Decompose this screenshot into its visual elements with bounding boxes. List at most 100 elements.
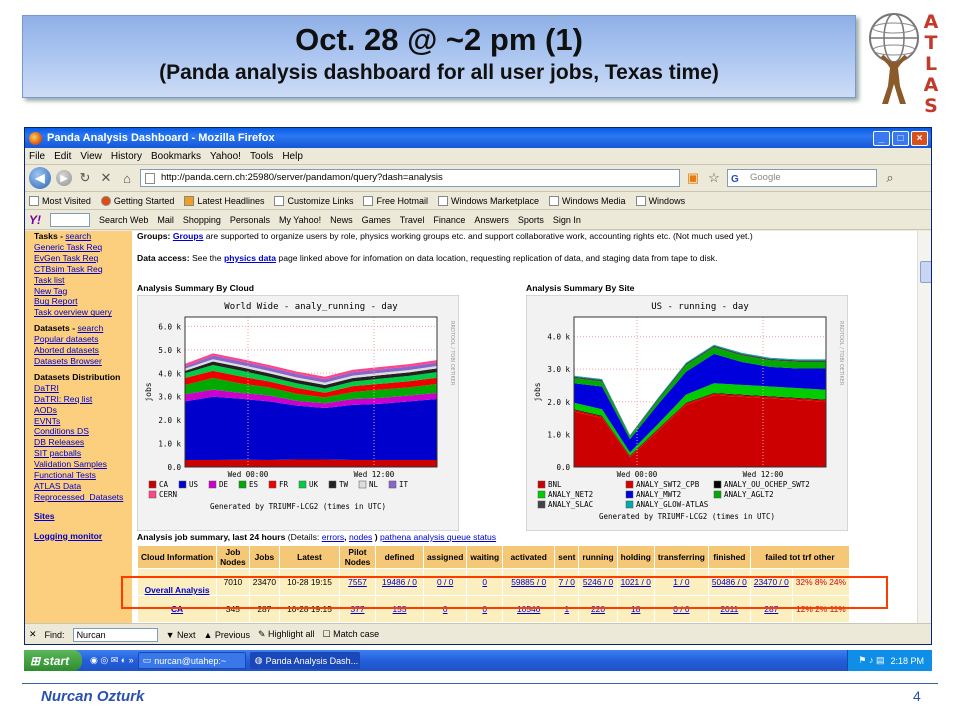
bookmark-item[interactable]: Windows Marketplace	[438, 195, 539, 206]
nav-link[interactable]: Validation Samples	[34, 459, 132, 470]
nav-link[interactable]: Task list	[34, 275, 132, 286]
menu-bookmarks[interactable]: Bookmarks	[151, 151, 201, 162]
highlight-all-button[interactable]: ✎ Highlight all	[258, 629, 315, 640]
find-next-button[interactable]: ▼ Next	[166, 630, 196, 640]
physics-data-link[interactable]: physics data	[224, 253, 276, 263]
nav-link[interactable]: EvGen Task Req	[34, 253, 132, 264]
find-input[interactable]: Nurcan	[72, 627, 158, 642]
nav-link[interactable]: Task overview query	[34, 307, 132, 318]
yahoo-item[interactable]: Mail	[157, 215, 174, 225]
tray-icons[interactable]: ⚑ ♪ ▤	[858, 655, 884, 666]
yahoo-item[interactable]: Travel	[400, 215, 425, 225]
menu-file[interactable]: File	[29, 151, 45, 162]
bookmark-icon	[549, 195, 560, 206]
cloud-chart-panel: Analysis Summary By Cloud World Wide - a…	[137, 283, 459, 531]
nav-link[interactable]: ATLAS Data	[34, 481, 132, 492]
queue-status-link[interactable]: pathena analysis queue status	[380, 532, 496, 542]
nav-link[interactable]: DB Releases	[34, 437, 132, 448]
yahoo-item[interactable]: News	[330, 215, 353, 225]
bookmark-label: Free Hotmail	[376, 195, 428, 206]
search-input[interactable]: G Google	[727, 169, 877, 187]
yahoo-item[interactable]: Sports	[518, 215, 544, 225]
legend-label: CERN	[159, 490, 177, 499]
bookmark-item[interactable]: Getting Started	[100, 195, 174, 206]
nav-link[interactable]: Conditions DS	[34, 426, 132, 437]
menu-edit[interactable]: Edit	[54, 151, 71, 162]
forward-button[interactable]: ▶	[56, 170, 72, 186]
legend-swatch	[537, 480, 546, 489]
window-titlebar[interactable]: Panda Analysis Dashboard - Mozilla Firef…	[25, 128, 931, 148]
datasets-search-link[interactable]: search	[77, 323, 103, 333]
nav-link[interactable]: DaTRI: Req list	[34, 394, 132, 405]
google-icon: G	[731, 174, 739, 185]
yahoo-search-input[interactable]	[50, 212, 90, 227]
bookmark-item[interactable]: Windows	[635, 195, 685, 206]
vertical-scrollbar[interactable]	[917, 231, 931, 623]
start-button[interactable]: ⊞ start	[24, 650, 82, 671]
sites-link[interactable]: Sites	[34, 511, 132, 522]
reload-icon[interactable]: ↻	[77, 170, 93, 186]
nav-link[interactable]: New Tag	[34, 286, 132, 297]
yahoo-item[interactable]: Search Web	[99, 215, 148, 225]
nav-link[interactable]: Bug Report	[34, 296, 132, 307]
yahoo-item[interactable]: Shopping	[183, 215, 221, 225]
maximize-button[interactable]: □	[892, 130, 909, 146]
x-tick-label: Wed 12:00	[354, 470, 395, 479]
nav-link[interactable]: EVNTs	[34, 416, 132, 427]
bookmark-item[interactable]: Latest Headlines	[184, 195, 264, 206]
bookmark-item[interactable]: Windows Media	[549, 195, 626, 206]
nav-link[interactable]: SIT pacballs	[34, 448, 132, 459]
menu-tools[interactable]: Tools	[250, 151, 273, 162]
windows-logo-icon: ⊞	[30, 653, 41, 668]
nav-link[interactable]: Popular datasets	[34, 334, 132, 345]
bookmark-icon	[29, 195, 39, 206]
nav-link[interactable]: AODs	[34, 405, 132, 416]
nav-link[interactable]: Aborted datasets	[34, 345, 132, 356]
quick-launch-icons[interactable]: ◉ ◎ ✉ ◐ »	[90, 655, 134, 666]
y-tick-label: 4.0 k	[547, 333, 570, 342]
yahoo-item[interactable]: My Yahoo!	[279, 215, 321, 225]
yahoo-item[interactable]: Sign In	[553, 215, 581, 225]
errors-link[interactable]: errors	[322, 532, 344, 542]
tasks-search-link[interactable]: search	[65, 231, 91, 241]
data-access-label: Data access:	[137, 253, 190, 263]
menu-view[interactable]: View	[80, 151, 102, 162]
scrollbar-thumb[interactable]	[920, 261, 931, 283]
yahoo-item[interactable]: Finance	[433, 215, 465, 225]
match-case-checkbox[interactable]: ☐ Match case	[323, 629, 380, 640]
nav-link[interactable]: Datasets Browser	[34, 356, 132, 367]
stop-icon[interactable]: ✕	[98, 170, 114, 186]
home-icon[interactable]: ⌂	[119, 171, 135, 186]
menu-history[interactable]: History	[111, 151, 142, 162]
minimize-button[interactable]: _	[873, 130, 890, 146]
yahoo-item[interactable]: Answers	[474, 215, 509, 225]
yahoo-logo-icon[interactable]: Y!	[29, 213, 41, 227]
url-bar[interactable]: http://panda.cern.ch:25980/server/pandam…	[140, 169, 680, 187]
nav-link[interactable]: Generic Task Req	[34, 242, 132, 253]
groups-link[interactable]: Groups	[173, 231, 204, 241]
taskbar-task[interactable]: ▭ nurcan@utahep:~	[137, 652, 246, 669]
find-previous-button[interactable]: ▲ Previous	[204, 630, 250, 640]
nav-link[interactable]: DaTRI	[34, 383, 132, 394]
yahoo-item[interactable]: Games	[362, 215, 391, 225]
nav-link[interactable]: Functional Tests	[34, 470, 132, 481]
bookmark-item[interactable]: Free Hotmail	[363, 195, 428, 206]
menu-help[interactable]: Help	[282, 151, 303, 162]
taskbar-task-active[interactable]: ◍ Panda Analysis Dash...	[249, 652, 360, 669]
yahoo-item[interactable]: Personals	[230, 215, 270, 225]
back-button[interactable]: ◀	[29, 167, 51, 189]
menu-yahoo[interactable]: Yahoo!	[210, 151, 241, 162]
legend-swatch	[388, 480, 397, 489]
nav-link[interactable]: CTBsim Task Req	[34, 264, 132, 275]
rss-icon[interactable]: ▣	[685, 170, 701, 186]
close-button[interactable]: ×	[911, 130, 928, 146]
bookmark-item[interactable]: Customize Links	[274, 195, 353, 206]
nodes-link[interactable]: nodes	[349, 532, 372, 542]
nav-link[interactable]: Reprocessed_Datasets	[34, 492, 132, 503]
bookmark-star-icon[interactable]: ☆	[706, 170, 722, 186]
bookmark-item[interactable]: Most Visited	[29, 195, 91, 206]
search-go-icon[interactable]: ⌕	[882, 170, 898, 186]
find-close-icon[interactable]: ✕	[29, 629, 37, 640]
terminal-icon: ▭	[142, 655, 152, 665]
logging-monitor-link[interactable]: Logging monitor	[34, 531, 132, 542]
